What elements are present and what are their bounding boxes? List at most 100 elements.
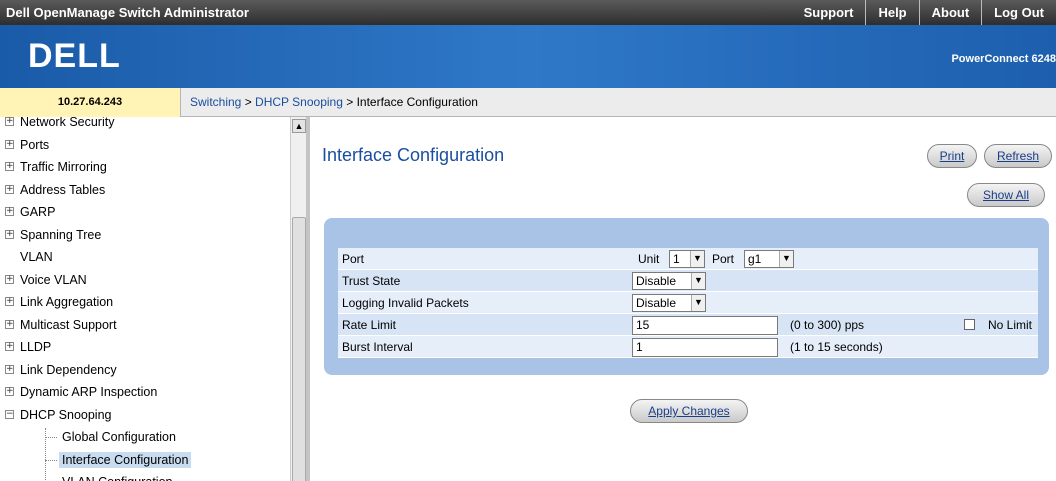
sidebar-item-network-security[interactable]: + Network Security <box>0 117 288 134</box>
rate-limit-range: (0 to 300) pps <box>790 318 865 332</box>
expand-icon[interactable]: + <box>5 139 14 149</box>
burst-interval-range: (1 to 15 seconds) <box>790 340 883 354</box>
chevron-down-icon: ▼ <box>690 251 704 267</box>
logout-link[interactable]: Log Out <box>981 0 1056 25</box>
sidebar-item-address-tables[interactable]: + Address Tables <box>0 179 288 202</box>
sidebar-item-multicast-support[interactable]: + Multicast Support <box>0 314 288 337</box>
expand-icon[interactable]: + <box>5 162 14 171</box>
sidebar-subitem-vlan-configuration[interactable]: VLAN Configuration <box>0 471 288 481</box>
breadcrumb-separator: > <box>241 95 256 109</box>
ip-address: 10.27.64.243 <box>0 88 181 117</box>
config-table: Port Unit 1 ▼ Port g1 ▼ Trust State Disa… <box>338 248 1038 358</box>
sidebar-subitem-label: VLAN Configuration <box>62 475 172 481</box>
top-links: Support Help About Log Out <box>792 0 1056 25</box>
expand-icon[interactable]: + <box>5 387 14 396</box>
sidebar-item-dynamic-arp-inspection[interactable]: + Dynamic ARP Inspection <box>0 381 288 404</box>
banner: DΕLL PowerConnect 6248 <box>0 25 1056 88</box>
expand-icon[interactable]: + <box>5 274 14 284</box>
unit-select[interactable]: 1 ▼ <box>669 250 705 268</box>
breadcrumb: Switching > DHCP Snooping > Interface Co… <box>190 95 478 109</box>
breadcrumb-separator: > <box>342 95 357 109</box>
sidebar-item-label: VLAN <box>20 250 53 264</box>
sidebar-item-label: DHCP Snooping <box>20 407 112 422</box>
trust-state-select[interactable]: Disable ▼ <box>632 272 706 290</box>
tree-connector <box>45 459 57 461</box>
sidebar-item-label: Dynamic ARP Inspection <box>20 385 158 399</box>
sidebar-item-link-dependency[interactable]: + Link Dependency <box>0 359 288 382</box>
expand-icon[interactable]: + <box>5 342 14 351</box>
sidebar-item-spanning-tree[interactable]: + Spanning Tree <box>0 224 288 247</box>
sidebar-item-label: Link Aggregation <box>20 295 114 309</box>
sidebar-item-voice-vlan[interactable]: + Voice VLAN <box>0 269 288 292</box>
chevron-down-icon: ▼ <box>691 273 705 289</box>
collapse-icon[interactable]: − <box>5 409 14 419</box>
chevron-down-icon: ▼ <box>691 295 705 311</box>
sidebar-subitem-interface-configuration[interactable]: Interface Configuration <box>0 449 288 472</box>
trust-state-value: Disable <box>636 274 677 288</box>
port-select-value: g1 <box>748 252 762 266</box>
app-title: Dell OpenManage Switch Administrator <box>6 5 249 20</box>
main-content: Interface Configuration Print Refresh Sh… <box>314 117 1056 481</box>
apply-changes-button[interactable]: Apply Changes <box>630 399 748 423</box>
sidebar-item-label: Ports <box>20 137 50 152</box>
rate-limit-label: Rate Limit <box>342 318 397 332</box>
sidebar: + Network Security + Ports + Traffic Mirrorin… <box>0 117 310 481</box>
no-limit-label: No Limit <box>988 318 1033 332</box>
logging-value: Disable <box>636 296 677 310</box>
expand-icon[interactable]: + <box>5 117 14 126</box>
sidebar-item-label: Voice VLAN <box>20 272 87 287</box>
sidebar-item-label: Address Tables <box>20 182 106 197</box>
port-select[interactable]: g1 ▼ <box>744 250 794 268</box>
no-limit-checkbox[interactable] <box>964 319 975 330</box>
breadcrumb-switching[interactable]: Switching <box>190 95 241 109</box>
expand-icon[interactable]: + <box>5 319 14 329</box>
help-link[interactable]: Help <box>865 0 918 25</box>
port-label: Port <box>342 252 365 266</box>
scroll-up-arrow-icon[interactable]: ▲ <box>292 119 306 133</box>
expand-icon[interactable]: + <box>5 229 14 239</box>
refresh-button[interactable]: Refresh <box>984 144 1052 168</box>
expand-icon[interactable]: + <box>5 184 14 194</box>
show-all-button[interactable]: Show All <box>967 183 1045 207</box>
about-link[interactable]: About <box>918 0 982 25</box>
sidebar-subitem-label: Global Configuration <box>62 430 176 444</box>
sidebar-item-label: Spanning Tree <box>20 227 102 242</box>
sidebar-item-lldp[interactable]: + LLDP <box>0 336 288 359</box>
product-name: PowerConnect 6248 <box>951 53 1056 65</box>
burst-interval-input[interactable]: 1 <box>632 338 778 357</box>
support-link[interactable]: Support <box>792 0 866 25</box>
sidebar-item-label: LLDP <box>20 340 52 354</box>
sidebar-item-traffic-mirroring[interactable]: + Traffic Mirroring <box>0 156 288 179</box>
expand-icon[interactable]: + <box>5 364 14 374</box>
breadcrumb-current: Interface Configuration <box>356 95 478 109</box>
sidebar-item-label: Link Dependency <box>20 362 117 377</box>
sidebar-item-dhcp-snooping[interactable]: − DHCP Snooping <box>0 404 288 427</box>
print-button[interactable]: Print <box>927 144 977 168</box>
sidebar-scrollbar[interactable]: ▲ <box>290 117 306 481</box>
sidebar-item-ports[interactable]: + Ports <box>0 134 288 157</box>
burst-interval-label: Burst Interval <box>342 340 413 354</box>
sidebar-subitem-global-configuration[interactable]: Global Configuration <box>0 426 288 449</box>
unit-select-value: 1 <box>673 252 680 266</box>
expand-icon[interactable]: + <box>5 207 14 216</box>
port-row: Port Unit 1 ▼ Port g1 ▼ <box>338 248 1038 270</box>
breadcrumb-dhcp-snooping[interactable]: DHCP Snooping <box>255 95 343 109</box>
config-panel: Port Unit 1 ▼ Port g1 ▼ Trust State Disa… <box>324 218 1049 375</box>
nav-tree: + Network Security + Ports + Traffic Mirrorin… <box>0 117 288 481</box>
sidebar-item-vlan[interactable]: VLAN <box>0 246 288 269</box>
trust-state-row: Trust State Disable ▼ <box>338 270 1038 292</box>
scroll-thumb[interactable] <box>292 217 306 481</box>
page-title: Interface Configuration <box>322 145 505 165</box>
dell-logo: DΕLL <box>28 37 121 75</box>
logging-select[interactable]: Disable ▼ <box>632 294 706 312</box>
chevron-down-icon: ▼ <box>779 251 793 267</box>
tree-connector <box>45 428 46 481</box>
port-field-label: Port <box>712 252 735 266</box>
rate-limit-input[interactable]: 15 <box>632 316 778 335</box>
expand-icon[interactable]: + <box>5 297 14 306</box>
sidebar-subitem-label: Interface Configuration <box>59 451 192 468</box>
sidebar-item-link-aggregation[interactable]: + Link Aggregation <box>0 291 288 314</box>
sidebar-item-garp[interactable]: + GARP <box>0 201 288 224</box>
burst-interval-row: Burst Interval 1 (1 to 15 seconds) <box>338 336 1038 358</box>
trust-state-label: Trust State <box>342 274 401 288</box>
